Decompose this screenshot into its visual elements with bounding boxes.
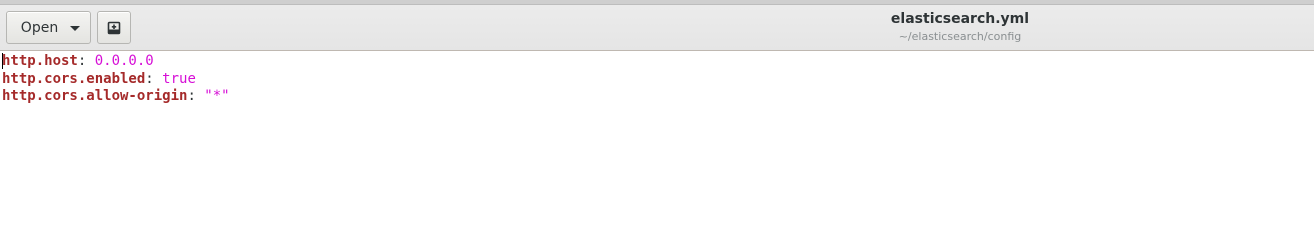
open-button[interactable]: Open (6, 11, 91, 44)
file-title: elasticsearch.yml (890, 11, 1030, 27)
yaml-separator: : (77, 53, 95, 69)
code-line[interactable]: http.cors.enabled: true (2, 70, 196, 88)
new-document-button[interactable] (97, 11, 131, 44)
code-line[interactable]: http.cors.allow-origin: "*" (2, 87, 230, 105)
yaml-value: true (162, 71, 196, 87)
yaml-separator: : (187, 88, 205, 104)
open-button-label: Open (20, 19, 59, 36)
window-top-border (0, 0, 1314, 5)
yaml-key: http.cors.enabled (2, 71, 146, 87)
yaml-key: http.cors.allow-origin (2, 88, 188, 104)
window-title-block: elasticsearch.yml ~/elasticsearch/config (860, 11, 1060, 44)
headerbar: Open elasticsearch.yml ~/elasticsearch/c… (0, 0, 1314, 51)
yaml-value: "*" (204, 88, 230, 104)
new-document-icon (107, 21, 121, 34)
yaml-key: http.host (2, 53, 78, 69)
chevron-down-icon (70, 26, 81, 31)
file-path-subtitle: ~/elasticsearch/config (898, 30, 1022, 43)
code-line[interactable]: http.host: 0.0.0.0 (2, 52, 154, 70)
yaml-separator: : (145, 71, 163, 87)
text-editor-area[interactable]: http.host: 0.0.0.0 http.cors.enabled: tr… (0, 52, 1314, 228)
yaml-value: 0.0.0.0 (94, 53, 154, 69)
